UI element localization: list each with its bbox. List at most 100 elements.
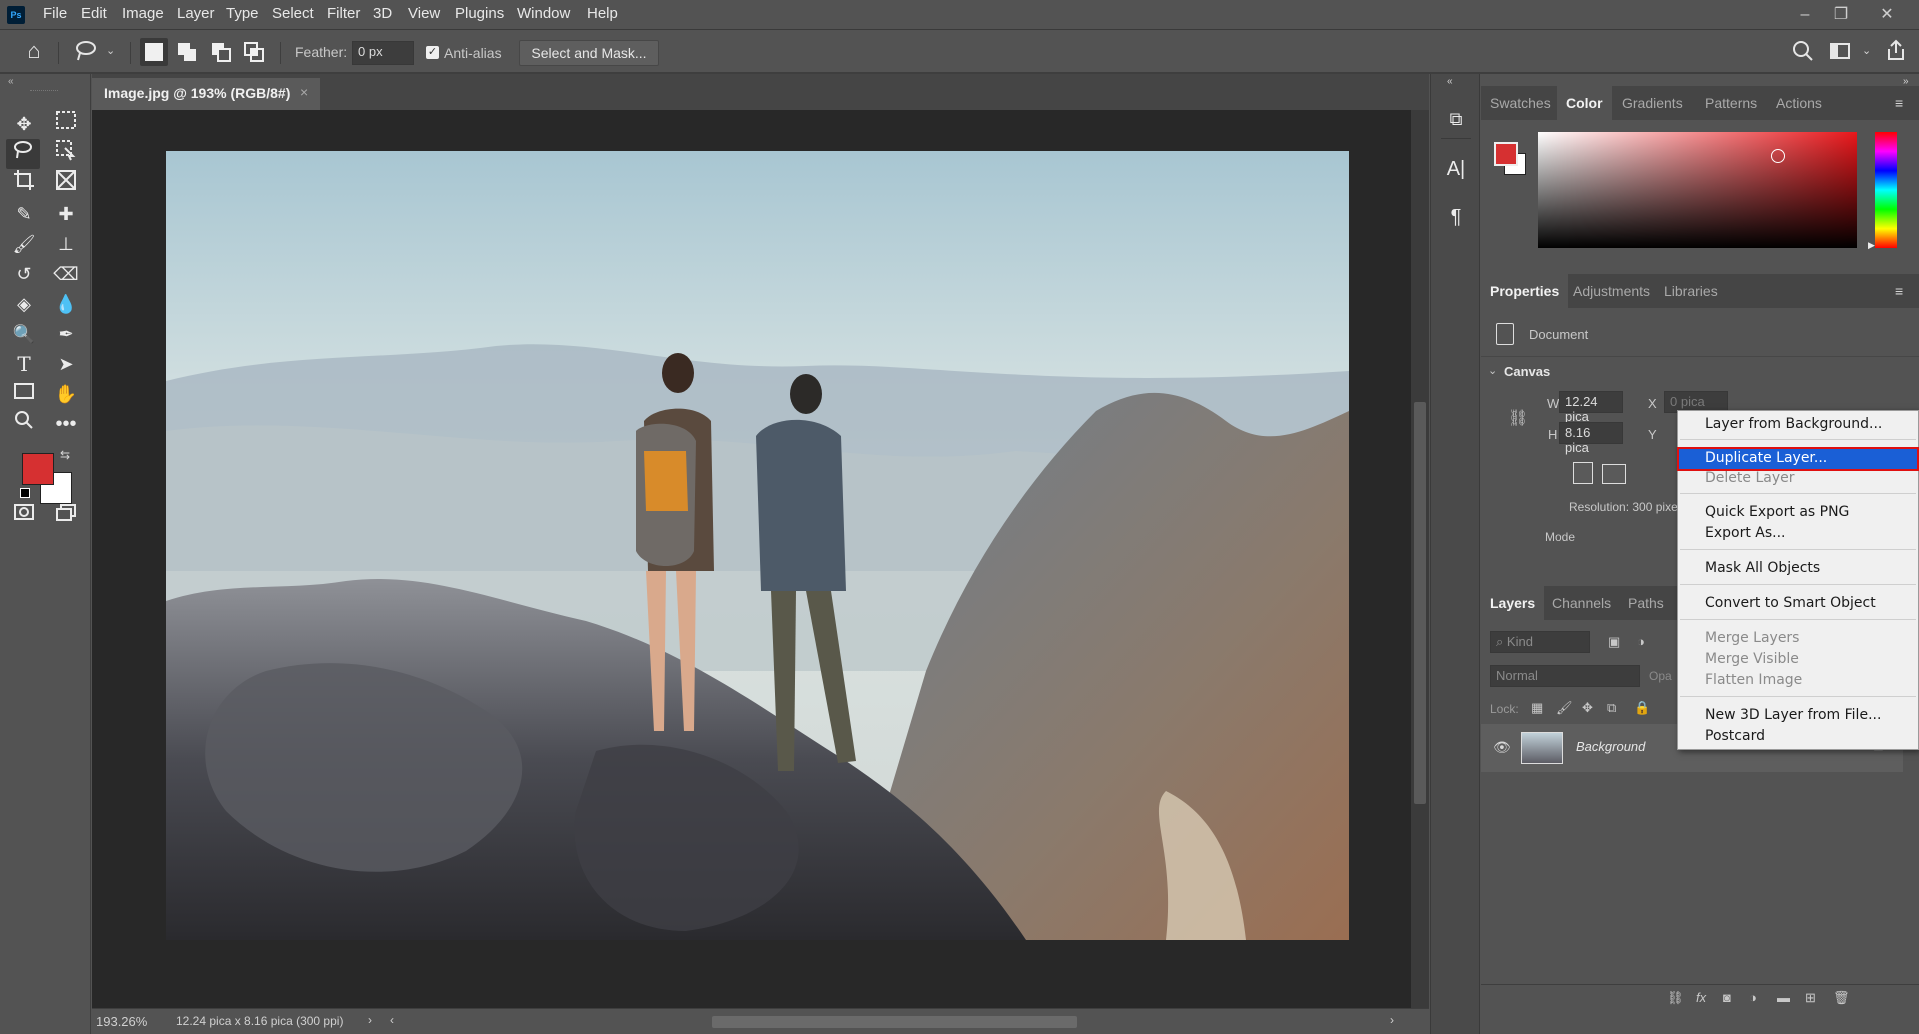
lock-all-icon[interactable]: 🔒 xyxy=(1634,700,1650,716)
menu-item-mask-all-objects[interactable]: Mask All Objects xyxy=(1678,558,1918,579)
brush-tool-icon[interactable]: 🖌 xyxy=(7,229,41,259)
canvas-width-field[interactable]: 12.24 pica xyxy=(1559,391,1623,424)
color-picker-cursor[interactable] xyxy=(1771,149,1785,163)
close-tab-icon[interactable]: × xyxy=(300,84,308,100)
tab-layers[interactable]: Layers xyxy=(1481,586,1545,620)
rectangle-tool-icon[interactable] xyxy=(7,379,41,409)
close-window-icon[interactable]: ✕ xyxy=(1872,2,1902,28)
menu-plugins[interactable]: Plugins xyxy=(455,5,504,22)
search-icon[interactable] xyxy=(1791,40,1815,64)
share-icon[interactable] xyxy=(1884,39,1908,63)
history-brush-tool-icon[interactable]: ↺ xyxy=(7,259,41,289)
canvas-section-label[interactable]: Canvas xyxy=(1504,364,1550,379)
swap-colors-icon[interactable]: ⇆ xyxy=(60,448,70,462)
healing-brush-tool-icon[interactable]: ✚ xyxy=(49,199,83,229)
layer-name[interactable]: Background xyxy=(1576,739,1645,754)
menu-item-flatten-image[interactable]: Flatten Image xyxy=(1678,670,1918,691)
lasso-tool-icon[interactable] xyxy=(6,139,40,169)
menu-item-new-3d-layer[interactable]: New 3D Layer from File... xyxy=(1678,705,1918,726)
link-layers-icon[interactable]: ⛓ xyxy=(1667,990,1684,1006)
crop-tool-icon[interactable] xyxy=(7,169,41,199)
new-selection-button[interactable] xyxy=(140,38,168,66)
filter-pixel-icon[interactable]: ▣ xyxy=(1608,634,1620,650)
restore-icon[interactable]: ❐ xyxy=(1826,2,1856,28)
chevron-left-icon[interactable]: ‹ xyxy=(390,1013,394,1027)
add-mask-icon[interactable]: ◙ xyxy=(1723,990,1731,1005)
lock-artboard-icon[interactable]: ⧉ xyxy=(1607,700,1616,716)
chevron-right-icon[interactable]: › xyxy=(1390,1013,1394,1027)
portrait-orientation-icon[interactable] xyxy=(1573,462,1593,484)
intersect-selection-icon[interactable] xyxy=(243,41,265,67)
eraser-tool-icon[interactable]: ⌫ xyxy=(49,259,83,289)
collapse-icon[interactable]: « xyxy=(8,76,14,87)
clone-stamp-tool-icon[interactable]: ⊥ xyxy=(49,229,83,259)
menu-image[interactable]: Image xyxy=(122,5,164,22)
quick-mask-icon[interactable] xyxy=(7,500,41,530)
menu-file[interactable]: File xyxy=(43,5,67,22)
tab-adjustments[interactable]: Adjustments xyxy=(1564,274,1659,308)
grip[interactable] xyxy=(30,90,58,92)
workspace-icon[interactable] xyxy=(1828,40,1852,64)
blur-tool-icon[interactable]: 💧 xyxy=(49,289,83,319)
landscape-orientation-icon[interactable] xyxy=(1602,464,1626,484)
panel-menu-icon[interactable]: ≡ xyxy=(1895,95,1903,111)
menu-layer[interactable]: Layer xyxy=(177,5,215,22)
pen-tool-icon[interactable]: ✒ xyxy=(49,319,83,349)
menu-item-export-as[interactable]: Export As... xyxy=(1678,523,1918,544)
blend-mode-select[interactable]: Normal xyxy=(1490,665,1640,687)
menu-item-duplicate-layer[interactable]: Duplicate Layer... xyxy=(1677,447,1919,471)
hue-slider[interactable] xyxy=(1875,132,1897,248)
feather-input[interactable]: 0 px xyxy=(352,41,414,65)
character-panel-icon[interactable]: A| xyxy=(1439,154,1473,184)
paragraph-panel-icon[interactable]: ¶ xyxy=(1439,202,1473,232)
fx-icon[interactable]: fx xyxy=(1696,990,1706,1005)
zoom-tool-icon[interactable] xyxy=(7,409,41,439)
document-info[interactable]: 12.24 pica x 8.16 pica (300 ppi) xyxy=(176,1014,343,1028)
home-icon[interactable]: ⌂ xyxy=(22,39,46,63)
menu-select[interactable]: Select xyxy=(272,5,314,22)
tab-color[interactable]: Color xyxy=(1557,86,1612,120)
paint-bucket-tool-icon[interactable]: ◈ xyxy=(7,289,41,319)
default-colors-icon[interactable] xyxy=(20,488,30,498)
move-tool-icon[interactable]: ✥ xyxy=(7,109,41,139)
menu-item-layer-from-background[interactable]: Layer from Background... xyxy=(1678,414,1918,435)
menu-item-delete-layer[interactable]: Delete Layer xyxy=(1678,468,1918,489)
new-layer-icon[interactable]: ⊞ xyxy=(1805,990,1816,1006)
menu-item-postcard[interactable]: Postcard xyxy=(1678,726,1918,747)
menu-window[interactable]: Window xyxy=(517,5,570,22)
tab-gradients[interactable]: Gradients xyxy=(1613,86,1692,120)
chevron-right-icon[interactable]: › xyxy=(368,1013,372,1027)
hue-slider-handle[interactable]: ▶ xyxy=(1868,240,1875,251)
delete-layer-icon[interactable]: 🗑 xyxy=(1833,990,1850,1006)
link-icon[interactable]: ⛓ xyxy=(1508,408,1528,428)
canvas-vertical-scrollbar[interactable] xyxy=(1411,110,1429,1008)
lasso-tool-preset-icon[interactable] xyxy=(74,39,98,63)
tab-channels[interactable]: Channels xyxy=(1543,586,1620,620)
canvas-height-field[interactable]: 8.16 pica xyxy=(1559,422,1623,455)
dodge-tool-icon[interactable]: 🔍 xyxy=(7,319,41,349)
chevron-down-icon[interactable]: ⌄ xyxy=(1488,364,1497,377)
tab-paths[interactable]: Paths xyxy=(1619,586,1673,620)
lock-position-icon[interactable]: ✥ xyxy=(1582,700,1593,716)
foreground-color-swatch[interactable] xyxy=(22,453,54,485)
menu-item-quick-export-png[interactable]: Quick Export as PNG xyxy=(1678,502,1918,523)
lock-pixels-icon[interactable]: 🖌 xyxy=(1556,700,1573,716)
chevron-down-icon[interactable]: ⌄ xyxy=(1862,44,1871,57)
menu-item-convert-smart-object[interactable]: Convert to Smart Object xyxy=(1678,593,1918,614)
minimize-icon[interactable]: – xyxy=(1790,2,1820,28)
menu-help[interactable]: Help xyxy=(587,5,618,22)
object-selection-tool-icon[interactable] xyxy=(49,139,83,169)
document-tab[interactable]: Image.jpg @ 193% (RGB/8#) × xyxy=(92,78,320,110)
visibility-eye-icon[interactable]: 👁 xyxy=(1493,739,1511,756)
horizontal-scroll-thumb[interactable] xyxy=(712,1016,1077,1028)
more-tools-icon[interactable]: ••• xyxy=(49,409,83,439)
color-field[interactable] xyxy=(1538,132,1857,248)
menu-view[interactable]: View xyxy=(408,5,440,22)
new-group-icon[interactable]: ▬ xyxy=(1777,990,1790,1005)
marquee-tool-icon[interactable] xyxy=(49,109,83,139)
menu-3d[interactable]: 3D xyxy=(373,5,392,22)
filter-adjustment-icon[interactable]: ◑ xyxy=(1637,634,1645,649)
menu-item-merge-layers[interactable]: Merge Layers xyxy=(1678,628,1918,649)
zoom-level[interactable]: 193.26% xyxy=(96,1014,147,1029)
eyedropper-tool-icon[interactable]: ✎ xyxy=(7,199,41,229)
